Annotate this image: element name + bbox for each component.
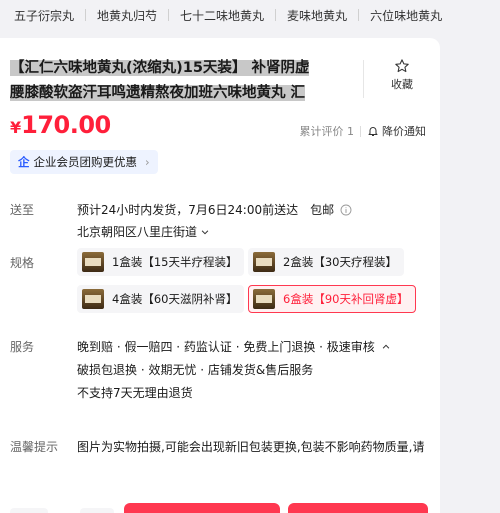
spec-option-label: 2盒装【30天疗程装】 [283, 255, 397, 269]
product-thumbnail [82, 252, 104, 272]
review-label: 累计评价 [299, 125, 344, 138]
enterprise-promo-label: 企业会员团购更优惠 [33, 155, 138, 169]
price-meta: 累计评价 1 降价通知 [300, 123, 427, 139]
price-drop-notify-button[interactable]: 降价通知 [367, 123, 426, 139]
spec-option-label: 4盒装【60天滋阴补肾】 [112, 292, 238, 306]
related-tags: 五子衍宗丸 地黄丸归芍 七十二味地黄丸 麦味地黄丸 六位味地黄丸 [0, 0, 500, 30]
spec-option[interactable]: 1盒装【15天半疗程装】 [77, 248, 245, 276]
add-to-cart-button[interactable] [124, 503, 280, 513]
price-amount: 170.00 [21, 111, 111, 139]
product-thumbnail [253, 252, 275, 272]
price-currency: ¥ [10, 118, 22, 137]
quantity-input[interactable] [80, 508, 114, 513]
tag-link[interactable]: 七十二味地黄丸 [180, 7, 264, 24]
spec-option-label: 1盒装【15天半疗程装】 [112, 255, 238, 269]
warning-label: 温馨提示 [10, 440, 59, 454]
product-title: 【汇仁六味地黄丸(浓缩丸)15天装】 补肾阴虚 腰膝酸软盗汗耳鸣遗精熬夜加班六味… [10, 56, 352, 106]
divider [363, 60, 364, 98]
warning-text: 图片为实物拍摄,可能会出现新旧包装更换,包装不影响药物质量,请 [77, 440, 425, 454]
spec-option-selected[interactable]: 6盒装【90天补回肾虚】 [248, 285, 416, 313]
chevron-up-icon[interactable] [381, 342, 391, 352]
service-text: 破损包退换 · 效期无忧 · 店铺发货&售后服务 [77, 363, 314, 377]
address-text: 北京朝阳区八里庄街道 [77, 225, 198, 239]
chevron-right-icon: › [145, 155, 150, 169]
review-count: 1 [347, 125, 354, 138]
bell-icon [368, 127, 378, 136]
favorite-label: 收藏 [391, 78, 413, 91]
service-text: 不支持7天无理由退货 [77, 386, 193, 400]
delivery-line: 预计24小时内发货，7月6日24:00前送达 包邮 [77, 201, 352, 218]
enterprise-promo-banner[interactable]: 企 企业会员团购更优惠 › [10, 150, 158, 174]
divider [168, 9, 170, 21]
product-thumbnail [82, 289, 104, 309]
divider [275, 9, 277, 21]
product-title-line: 【汇仁六味地黄丸(浓缩丸)15天装】 补肾阴虚 [10, 60, 310, 76]
spec-option[interactable]: 4盒装【60天滋阴补肾】 [77, 285, 245, 313]
enterprise-icon: 企 [18, 155, 30, 169]
service-text: 晚到赔 · 假一赔四 · 药监认证 · 免费上门退换 · 极速审核 [77, 340, 375, 354]
star-icon [395, 59, 409, 73]
favorite-button[interactable]: 收藏 [380, 56, 424, 92]
buy-now-button[interactable] [288, 503, 428, 513]
spec-option[interactable]: 2盒装【30天疗程装】 [248, 248, 404, 276]
spec-label: 规格 [10, 256, 35, 270]
product-info-card: 【汇仁六味地黄丸(浓缩丸)15天装】 补肾阴虚 腰膝酸软盗汗耳鸣遗精熬夜加班六味… [0, 38, 440, 513]
quantity-stepper[interactable] [10, 508, 48, 513]
product-title-line: 腰膝酸软盗汗耳鸣遗精熬夜加班六味地黄丸 汇 [10, 85, 306, 101]
divider [85, 9, 87, 21]
free-shipping-label: 包邮 [310, 203, 335, 217]
service-line: 晚到赔 · 假一赔四 · 药监认证 · 免费上门退换 · 极速审核 [77, 338, 391, 355]
review-count-link[interactable]: 累计评价 1 [300, 123, 355, 139]
spec-option-label: 6盒装【90天补回肾虚】 [283, 292, 409, 306]
notify-label: 降价通知 [382, 125, 426, 138]
price: ¥170.00 [10, 111, 111, 139]
info-icon[interactable] [340, 204, 352, 216]
product-thumbnail [253, 289, 275, 309]
address-selector[interactable]: 北京朝阳区八里庄街道 [77, 223, 210, 240]
tag-link[interactable]: 六位味地黄丸 [370, 7, 442, 24]
service-label: 服务 [10, 340, 35, 354]
tag-link[interactable]: 五子衍宗丸 [14, 7, 74, 24]
divider [360, 125, 361, 137]
tag-link[interactable]: 地黄丸归芍 [97, 7, 157, 24]
divider [358, 9, 360, 21]
delivery-text: 预计24小时内发货，7月6日24:00前送达 [77, 203, 299, 217]
tag-link[interactable]: 麦味地黄丸 [287, 7, 347, 24]
delivery-label: 送至 [10, 203, 35, 217]
chevron-down-icon [201, 229, 209, 234]
